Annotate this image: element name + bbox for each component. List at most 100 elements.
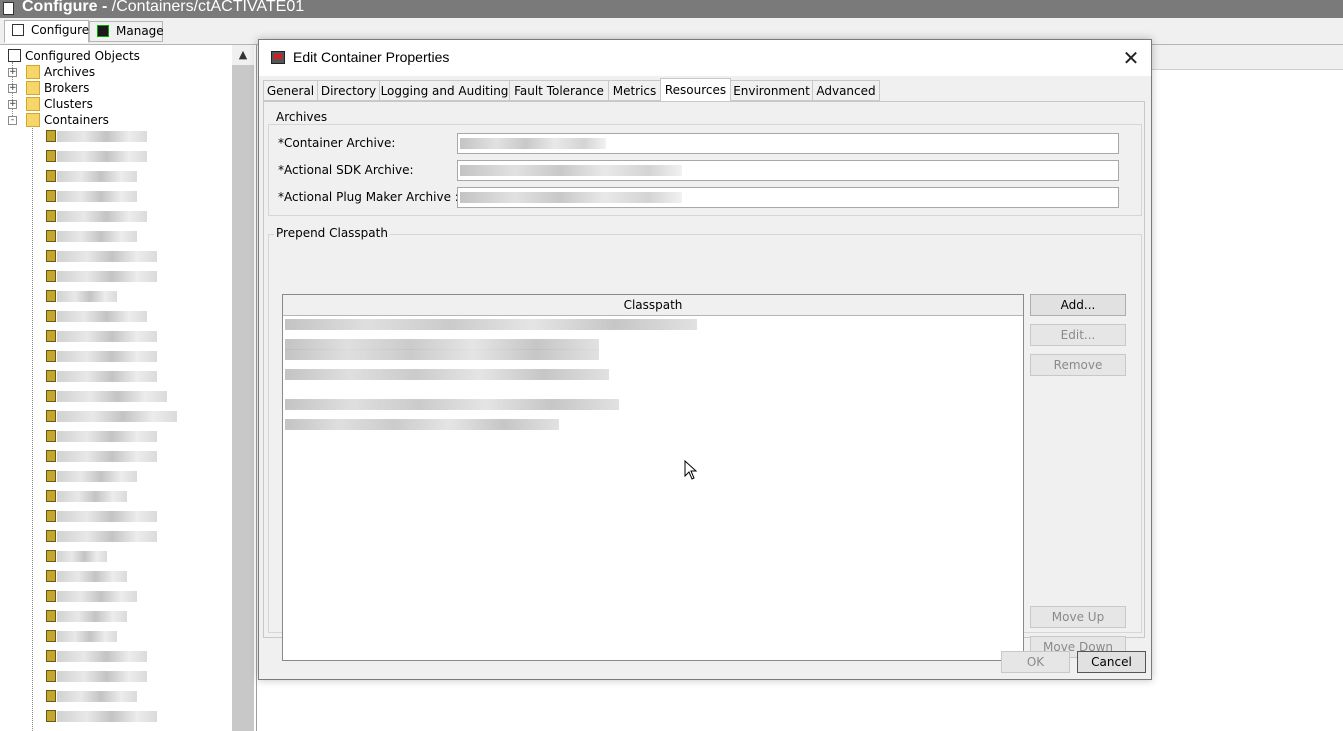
container-icon xyxy=(46,290,56,302)
redacted-label xyxy=(57,471,137,482)
folder-icon xyxy=(26,65,40,79)
container-icon xyxy=(46,550,56,562)
redacted-label xyxy=(57,231,137,242)
configured-objects-icon xyxy=(8,49,21,62)
expand-brokers-icon[interactable]: + xyxy=(8,84,17,93)
redacted-label xyxy=(57,651,147,662)
container-icon xyxy=(46,430,56,442)
tab-general[interactable]: General xyxy=(263,80,318,101)
tab-advanced[interactable]: Advanced xyxy=(812,80,880,101)
table-row[interactable] xyxy=(285,419,559,430)
container-icon xyxy=(46,210,56,222)
collapse-containers-icon[interactable]: - xyxy=(8,116,17,125)
tree-node-archives[interactable]: Archives xyxy=(44,64,95,80)
edit-container-dialog: Edit Container Properties ✕ General Dire… xyxy=(258,39,1152,680)
redacted-label xyxy=(57,671,147,682)
ok-button[interactable]: OK xyxy=(1001,651,1070,673)
container-icon xyxy=(46,490,56,502)
dialog-title-bar: Edit Container Properties ✕ xyxy=(259,40,1151,76)
redacted-label xyxy=(57,611,127,622)
tab-metrics[interactable]: Metrics xyxy=(608,80,661,101)
container-icon xyxy=(46,410,56,422)
archives-group-label: Archives xyxy=(274,110,330,124)
tab-configure[interactable]: Configure xyxy=(4,20,89,43)
tree-scroll-thumb[interactable] xyxy=(232,65,254,731)
container-icon xyxy=(46,590,56,602)
window-title-path: /Containers/ctACTIVATE01 xyxy=(111,0,305,15)
container-icon xyxy=(46,230,56,242)
redacted-label xyxy=(57,311,147,322)
tree-node-containers[interactable]: Containers xyxy=(44,112,109,128)
tab-directory[interactable]: Directory xyxy=(317,80,380,101)
tab-manage[interactable]: Manage xyxy=(89,21,164,42)
remove-classpath-button[interactable]: Remove xyxy=(1030,354,1126,376)
redacted-value xyxy=(460,165,682,176)
tree-node-brokers[interactable]: Brokers xyxy=(44,80,89,96)
resources-tab-panel: Archives *Container Archive: *Actional S… xyxy=(263,101,1145,661)
container-icon xyxy=(46,450,56,462)
tree-node-clusters[interactable]: Clusters xyxy=(44,96,93,112)
container-icon xyxy=(46,250,56,262)
redacted-label xyxy=(57,331,157,342)
tree-root[interactable]: Configured Objects xyxy=(25,48,140,64)
tree-connector xyxy=(32,128,33,731)
redacted-label xyxy=(57,571,127,582)
redacted-label xyxy=(57,371,157,382)
container-icon xyxy=(46,630,56,642)
redacted-label xyxy=(57,451,157,462)
table-row[interactable] xyxy=(285,399,619,410)
redacted-label xyxy=(57,691,137,702)
sdk-archive-label: *Actional SDK Archive: xyxy=(278,163,414,177)
redacted-label xyxy=(57,351,157,362)
folder-icon xyxy=(26,81,40,95)
edit-classpath-button[interactable]: Edit... xyxy=(1030,324,1126,346)
sdk-archive-field[interactable] xyxy=(457,160,1119,181)
manage-icon xyxy=(97,25,109,37)
container-archive-label: *Container Archive: xyxy=(278,136,396,150)
redacted-label xyxy=(57,151,147,162)
table-row[interactable] xyxy=(285,369,609,380)
redacted-label xyxy=(57,171,137,182)
add-classpath-button[interactable]: Add... xyxy=(1030,294,1126,316)
redacted-label xyxy=(57,551,107,562)
table-row[interactable] xyxy=(285,349,599,360)
container-icon xyxy=(46,470,56,482)
redacted-label xyxy=(57,211,147,222)
scroll-up-arrow-icon[interactable]: ▲ xyxy=(232,45,254,65)
redacted-label xyxy=(57,431,157,442)
tree-scrollbar[interactable]: ▲ xyxy=(232,45,254,731)
container-icon xyxy=(46,390,56,402)
container-icon xyxy=(46,170,56,182)
cancel-button[interactable]: Cancel xyxy=(1077,651,1146,673)
dialog-title: Edit Container Properties xyxy=(293,49,450,65)
container-icon xyxy=(46,710,56,722)
expand-archives-icon[interactable]: + xyxy=(8,68,17,77)
folder-icon xyxy=(26,113,40,127)
redacted-label xyxy=(57,271,157,282)
app-icon xyxy=(3,2,14,15)
classpath-table[interactable]: Classpath xyxy=(282,294,1024,661)
tab-fault-tolerance[interactable]: Fault Tolerance xyxy=(509,80,609,101)
prepend-classpath-label: Prepend Classpath xyxy=(274,226,390,240)
close-icon[interactable]: ✕ xyxy=(1117,46,1145,70)
container-icon xyxy=(46,610,56,622)
container-archive-field[interactable] xyxy=(457,133,1119,154)
container-icon xyxy=(46,690,56,702)
move-up-button[interactable]: Move Up xyxy=(1030,606,1126,628)
plug-maker-archive-label: *Actional Plug Maker Archive : xyxy=(278,190,459,204)
container-icon xyxy=(46,370,56,382)
tab-resources[interactable]: Resources xyxy=(660,78,731,102)
classpath-column-header[interactable]: Classpath xyxy=(283,295,1023,316)
container-icon xyxy=(46,190,56,202)
tab-logging-and-auditing[interactable]: Logging and Auditing xyxy=(379,80,510,101)
expand-clusters-icon[interactable]: + xyxy=(8,100,17,109)
redacted-value xyxy=(460,192,682,203)
table-row[interactable] xyxy=(285,319,697,330)
editor-header-strip xyxy=(1150,45,1343,70)
configure-icon xyxy=(12,24,24,36)
tab-environment[interactable]: Environment xyxy=(730,80,813,101)
object-tree-panel: ▲ xyxy=(0,45,257,731)
plug-maker-archive-field[interactable] xyxy=(457,187,1119,208)
container-icon xyxy=(46,150,56,162)
container-icon xyxy=(46,510,56,522)
